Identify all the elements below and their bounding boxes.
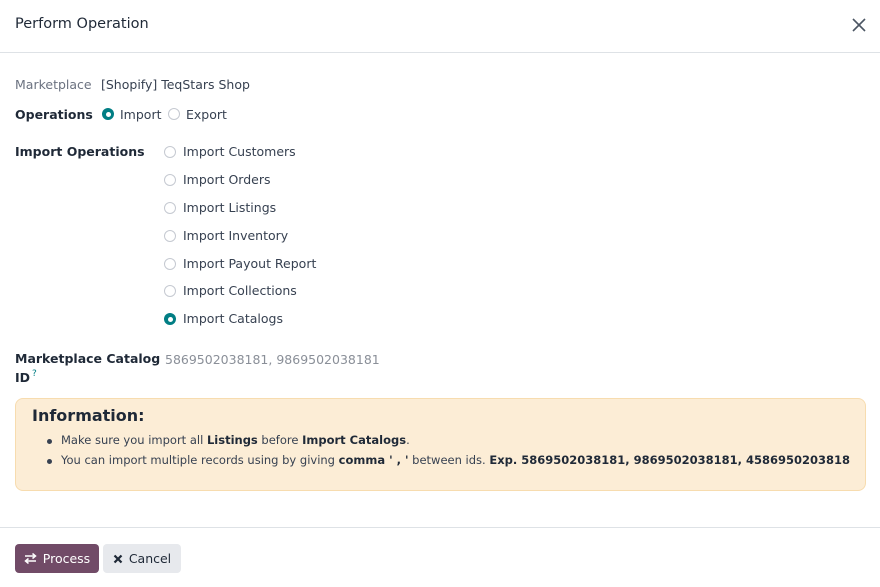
marketplace-value: [Shopify] TeqStars Shop [101, 77, 250, 92]
information-title: Information: [32, 406, 145, 425]
radio-export-label[interactable]: Export [186, 107, 227, 122]
info-line1-import-catalogs: Import Catalogs [302, 433, 407, 447]
import-operations-label: Import Operations [15, 144, 145, 159]
info-line-multiple-records: You can import multiple records using by… [61, 453, 850, 467]
radio-import-listings[interactable] [164, 202, 176, 214]
catalog-id-label-line2: ID [15, 370, 31, 385]
dialog-header: Perform Operation [0, 0, 880, 53]
radio-import-inventory-label[interactable]: Import Inventory [183, 228, 288, 243]
info-line2-text: You can import multiple records using by… [61, 453, 339, 467]
radio-export[interactable] [168, 108, 180, 120]
radio-import-catalogs-label[interactable]: Import Catalogs [183, 311, 283, 326]
help-tooltip-icon[interactable]: ? [32, 369, 37, 379]
cancel-button[interactable]: Cancel [103, 544, 181, 573]
operations-label: Operations [15, 107, 93, 122]
info-line-listings: Make sure you import all Listings before… [61, 433, 410, 447]
radio-import-orders-label[interactable]: Import Orders [183, 172, 271, 187]
radio-import-orders[interactable] [164, 174, 176, 186]
times-icon [113, 554, 123, 564]
dialog-title: Perform Operation [15, 16, 149, 32]
catalog-id-label: Marketplace Catalog [15, 351, 161, 366]
radio-import-customers[interactable] [164, 146, 176, 158]
cancel-button-label: Cancel [128, 551, 172, 566]
bullet-icon [47, 439, 52, 444]
radio-import-listings-label[interactable]: Import Listings [183, 200, 276, 215]
info-line1-text: Make sure you import all [61, 433, 207, 447]
close-button[interactable] [850, 16, 868, 34]
catalog-id-value[interactable]: 5869502038181, 9869502038181 [165, 352, 380, 367]
info-line1-text: . [406, 433, 410, 447]
dialog-footer: Process Cancel [0, 527, 880, 587]
marketplace-label: Marketplace [15, 77, 92, 92]
exchange-icon [24, 553, 37, 564]
bullet-icon [47, 459, 52, 464]
radio-import-customers-label[interactable]: Import Customers [183, 144, 296, 159]
close-icon [852, 18, 866, 32]
perform-operation-dialog: Perform Operation Marketplace [Shopify] … [0, 0, 880, 586]
info-line2-example: Exp. 5869502038181, 9869502038181, 45869… [489, 453, 851, 467]
radio-import-payout-report-label[interactable]: Import Payout Report [183, 256, 316, 271]
information-alert: Information: Make sure you import all Li… [15, 398, 866, 491]
radio-import[interactable] [102, 108, 114, 120]
radio-import-collections[interactable] [164, 285, 176, 297]
process-button[interactable]: Process [15, 544, 99, 573]
info-line2-text: between ids. [408, 453, 490, 467]
radio-import-payout-report[interactable] [164, 258, 176, 270]
radio-import-label[interactable]: Import [120, 107, 162, 122]
radio-import-collections-label[interactable]: Import Collections [183, 283, 297, 298]
radio-import-inventory[interactable] [164, 230, 176, 242]
info-line1-listings: Listings [206, 433, 258, 447]
info-line2-comma: comma ' , ' [338, 453, 409, 467]
info-line1-text: before [257, 433, 303, 447]
radio-import-catalogs[interactable] [164, 313, 176, 325]
process-button-label: Process [42, 551, 91, 566]
